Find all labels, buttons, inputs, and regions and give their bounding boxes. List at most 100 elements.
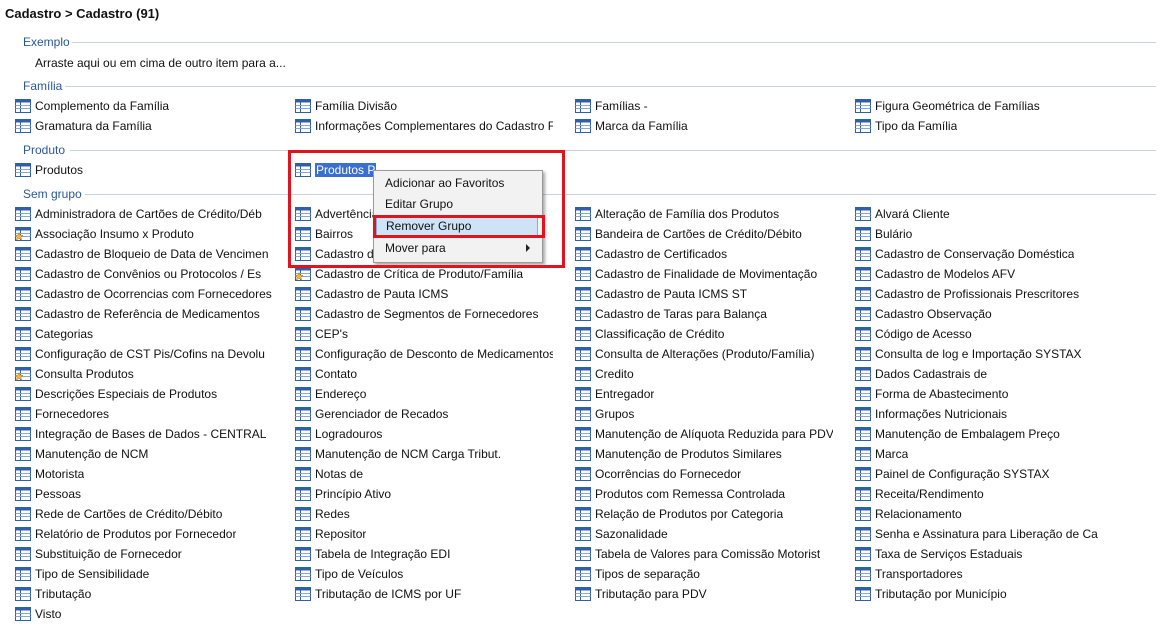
item-descricoes-especiais-de-produtos[interactable]: Descrições Especiais de Produtos bbox=[15, 385, 217, 403]
item-senha-e-assinatura-para-liberacao-de-ca[interactable]: Senha e Assinatura para Liberação de Ca bbox=[855, 525, 1098, 543]
group-label: Sem grupo bbox=[23, 187, 82, 201]
item-logradouros[interactable]: Logradouros bbox=[295, 425, 382, 443]
item-painel-de-configuracao-systax[interactable]: Painel de Configuração SYSTAX bbox=[855, 465, 1050, 483]
item-manutencao-de-ncm[interactable]: Manutenção de NCM bbox=[15, 445, 148, 463]
item-fornecedores[interactable]: Fornecedores bbox=[15, 405, 109, 423]
item-gramatura-da-familia[interactable]: Gramatura da Família bbox=[15, 117, 152, 135]
item-tributacao-de-icms-por-uf[interactable]: Tributação de ICMS por UF bbox=[295, 585, 461, 603]
item-label: Cadastro de Pauta ICMS ST bbox=[595, 287, 748, 301]
item-consulta-produtos[interactable]: Consulta Produtos bbox=[15, 365, 134, 383]
item-cadastro-de-modelos-afv[interactable]: Cadastro de Modelos AFV bbox=[855, 265, 1015, 283]
item-manutencao-de-embalagem-preco[interactable]: Manutenção de Embalagem Preço bbox=[855, 425, 1060, 443]
item-tipos-de-separacao[interactable]: Tipos de separação bbox=[575, 565, 700, 583]
item-pessoas[interactable]: Pessoas bbox=[15, 485, 81, 503]
item-manutencao-de-aliquota-reduzida-para-pdv[interactable]: Manutenção de Alíquota Reduzida para PDV bbox=[575, 425, 833, 443]
item-configuracao-de-cst-pis-cofins-na-devolu[interactable]: Configuração de CST Pis/Cofins na Devolu bbox=[15, 345, 265, 363]
item-cadastro-de-segmentos-de-fornecedores[interactable]: Cadastro de Segmentos de Fornecedores bbox=[295, 305, 538, 323]
item-produtos-p[interactable]: Produtos P bbox=[295, 161, 377, 179]
item-cadastro-de-referencia-de-medicamentos[interactable]: Cadastro de Referência de Medicamentos bbox=[15, 305, 260, 323]
item-marca-da-familia[interactable]: Marca da Família bbox=[575, 117, 688, 135]
item-advertencia[interactable]: Advertência bbox=[295, 205, 378, 223]
item-contato[interactable]: Contato bbox=[295, 365, 357, 383]
item-cadastro-observacao[interactable]: Cadastro Observação bbox=[855, 305, 992, 323]
item-alvara-cliente[interactable]: Alvará Cliente bbox=[855, 205, 950, 223]
item-sazonalidade[interactable]: Sazonalidade bbox=[575, 525, 668, 543]
item-tributacao[interactable]: Tributação bbox=[15, 585, 91, 603]
item-associacao-insumo-x-produto[interactable]: Associação Insumo x Produto bbox=[15, 225, 194, 243]
item-figura-geometrica-de-familias[interactable]: Figura Geométrica de Famílias bbox=[855, 97, 1040, 115]
item-cadastro-de-convenios-ou-protocolos-es[interactable]: Cadastro de Convênios ou Protocolos / Es bbox=[15, 265, 261, 283]
table-icon bbox=[15, 307, 31, 321]
item-manutencao-de-ncm-carga-tribut[interactable]: Manutenção de NCM Carga Tribut. bbox=[295, 445, 501, 463]
item-bulario[interactable]: Bulário bbox=[855, 225, 912, 243]
item-consulta-de-alteracoes-produto-familia[interactable]: Consulta de Alterações (Produto/Família) bbox=[575, 345, 814, 363]
item-motorista[interactable]: Motorista bbox=[15, 465, 84, 483]
item-credito[interactable]: Credito bbox=[575, 365, 634, 383]
item-cadastro-de-critica-de-produto-familia[interactable]: Cadastro de Crítica de Produto/Família bbox=[295, 265, 523, 283]
item-tabela-de-valores-para-comissao-motorist[interactable]: Tabela de Valores para Comissão Motorist bbox=[575, 545, 820, 563]
item-familias[interactable]: Famílias - bbox=[575, 97, 648, 115]
item-cadastro-de-bloqueio-de-data-de-vencimen[interactable]: Cadastro de Bloqueio de Data de Vencimen bbox=[15, 245, 269, 263]
item-entregador[interactable]: Entregador bbox=[575, 385, 654, 403]
item-cep-s[interactable]: CEP's bbox=[295, 325, 348, 343]
item-relatorio-de-produtos-por-fornecedor[interactable]: Relatório de Produtos por Fornecedor bbox=[15, 525, 236, 543]
item-tabela-de-integracao-edi[interactable]: Tabela de Integração EDI bbox=[295, 545, 450, 563]
item-forma-de-abastecimento[interactable]: Forma de Abastecimento bbox=[855, 385, 1008, 403]
item-endereco[interactable]: Endereço bbox=[295, 385, 366, 403]
menu-item-label: Mover para bbox=[385, 241, 446, 255]
item-categorias[interactable]: Categorias bbox=[15, 325, 93, 343]
menu-item-adicionar-favoritos[interactable]: Adicionar ao Favoritos bbox=[376, 173, 538, 193]
item-produtos-com-remessa-controlada[interactable]: Produtos com Remessa Controlada bbox=[575, 485, 785, 503]
item-tipo-da-familia[interactable]: Tipo da Família bbox=[855, 117, 957, 135]
item-informacoes-complementares-do-cadastro-f[interactable]: Informações Complementares do Cadastro F bbox=[295, 117, 553, 135]
item-relacionamento[interactable]: Relacionamento bbox=[855, 505, 962, 523]
item-cadastro-de-taras-para-balanca[interactable]: Cadastro de Taras para Balança bbox=[575, 305, 767, 323]
item-redes[interactable]: Redes bbox=[295, 505, 350, 523]
item-substituicao-de-fornecedor[interactable]: Substituição de Fornecedor bbox=[15, 545, 182, 563]
item-informacoes-nutricionais[interactable]: Informações Nutricionais bbox=[855, 405, 1007, 423]
item-ocorrencias-do-fornecedor[interactable]: Ocorrências do Fornecedor bbox=[575, 465, 741, 483]
item-cadastro-de-conservacao-domestica[interactable]: Cadastro de Conservação Doméstica bbox=[855, 245, 1074, 263]
item-tributacao-para-pdv[interactable]: Tributação para PDV bbox=[575, 585, 707, 603]
item-bandeira-de-cartoes-de-credito-debito[interactable]: Bandeira de Cartões de Crédito/Débito bbox=[575, 225, 802, 243]
item-cadastro-de-ocorrencias-com-fornecedores[interactable]: Cadastro de Ocorrencias com Fornecedores bbox=[15, 285, 272, 303]
item-complemento-da-familia[interactable]: Complemento da Família bbox=[15, 97, 169, 115]
menu-item-mover-para[interactable]: Mover para bbox=[376, 238, 538, 258]
item-label: Notas de bbox=[315, 467, 364, 481]
item-cadastro-de-profissionais-prescritores[interactable]: Cadastro de Profissionais Prescritores bbox=[855, 285, 1079, 303]
item-alteracao-de-familia-dos-produtos[interactable]: Alteração de Família dos Produtos bbox=[575, 205, 779, 223]
item-tributacao-por-municipio[interactable]: Tributação por Município bbox=[855, 585, 1007, 603]
item-transportadores[interactable]: Transportadores bbox=[855, 565, 963, 583]
item-marca[interactable]: Marca bbox=[855, 445, 908, 463]
item-rede-de-cartoes-de-credito-debito[interactable]: Rede de Cartões de Crédito/Débito bbox=[15, 505, 222, 523]
item-consulta-de-log-e-importacao-systax[interactable]: Consulta de log e Importação SYSTAX bbox=[855, 345, 1082, 363]
item-produtos[interactable]: Produtos bbox=[15, 161, 83, 179]
item-tipo-de-veiculos[interactable]: Tipo de Veículos bbox=[295, 565, 403, 583]
item-gerenciador-de-recados[interactable]: Gerenciador de Recados bbox=[295, 405, 448, 423]
item-notas-de[interactable]: Notas de bbox=[295, 465, 363, 483]
menu-item-remover-grupo[interactable]: Remover Grupo bbox=[376, 216, 538, 236]
item-dados-cadastrais-de[interactable]: Dados Cadastrais de bbox=[855, 365, 987, 383]
item-principio-ativo[interactable]: Princípio Ativo bbox=[295, 485, 391, 503]
item-bairros[interactable]: Bairros bbox=[295, 225, 353, 243]
item-configuracao-de-desconto-de-medicamentos[interactable]: Configuração de Desconto de Medicamentos bbox=[295, 345, 553, 363]
item-cadastro-de-pauta-icms[interactable]: Cadastro de Pauta ICMS bbox=[295, 285, 448, 303]
item-receita-rendimento[interactable]: Receita/Rendimento bbox=[855, 485, 984, 503]
item-integracao-de-bases-de-dados-central[interactable]: Integração de Bases de Dados - CENTRAL bbox=[15, 425, 266, 443]
item-tipo-de-sensibilidade[interactable]: Tipo de Sensibilidade bbox=[15, 565, 149, 583]
item-codigo-de-acesso[interactable]: Código de Acesso bbox=[855, 325, 972, 343]
item-manutencao-de-produtos-similares[interactable]: Manutenção de Produtos Similares bbox=[575, 445, 782, 463]
item-familia-divisao[interactable]: Família Divisão bbox=[295, 97, 397, 115]
item-cadastro-de[interactable]: Cadastro de bbox=[295, 245, 380, 263]
item-cadastro-de-finalidade-de-movimentacao[interactable]: Cadastro de Finalidade de Movimentação bbox=[575, 265, 817, 283]
menu-item-editar-grupo[interactable]: Editar Grupo bbox=[376, 194, 538, 214]
item-administradora-de-cartoes-de-credito-deb[interactable]: Administradora de Cartões de Crédito/Déb bbox=[15, 205, 262, 223]
item-taxa-de-servicos-estaduais[interactable]: Taxa de Serviços Estaduais bbox=[855, 545, 1022, 563]
item-repositor[interactable]: Repositor bbox=[295, 525, 366, 543]
item-cadastro-de-pauta-icms-st[interactable]: Cadastro de Pauta ICMS ST bbox=[575, 285, 747, 303]
item-classificacao-de-credito[interactable]: Classificação de Crédito bbox=[575, 325, 724, 343]
item-cadastro-de-certificados[interactable]: Cadastro de Certificados bbox=[575, 245, 727, 263]
item-visto[interactable]: Visto bbox=[15, 605, 61, 623]
item-grupos[interactable]: Grupos bbox=[575, 405, 634, 423]
item-relacao-de-produtos-por-categoria[interactable]: Relação de Produtos por Categoria bbox=[575, 505, 783, 523]
